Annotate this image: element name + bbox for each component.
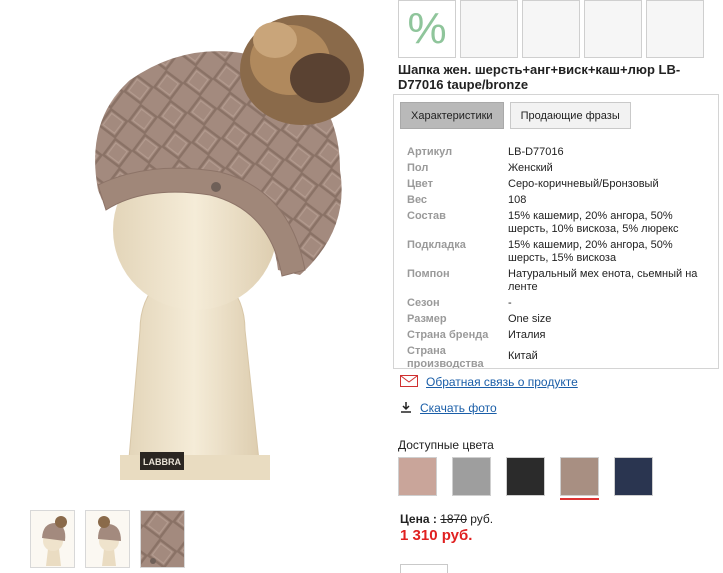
spec-key: Страна бренда (407, 329, 489, 341)
spec-key: Страна производства (407, 345, 484, 369)
spec-row: Артикул LB-D77016 (407, 145, 712, 161)
spec-row: Размер One size (407, 312, 712, 328)
spec-row: Вес 108 (407, 193, 712, 209)
current-price: 1 310 руб. (400, 527, 473, 544)
spec-row: Состав 15% кашемир, 20% ангора, 50% шерст… (407, 209, 712, 238)
badge-slot (460, 0, 518, 58)
spec-value: Китай (508, 350, 538, 362)
tab-characteristics[interactable]: Характеристики (400, 102, 504, 129)
price-row: Цена : 1870 руб. (400, 512, 493, 526)
spec-value: Натуральный мех енота, сьемный на ленте (508, 268, 698, 293)
feedback-link-row: Обратная связь о продукте (400, 373, 578, 391)
product-title: Шапка жен. шерсть+анг+виск+каш+люр LB-D7… (398, 62, 681, 92)
feedback-link[interactable]: Обратная связь о продукте (426, 375, 578, 389)
spec-value: Серо-коричневый/Бронзовый (508, 178, 659, 190)
badge-slot (646, 0, 704, 58)
download-icon (400, 401, 412, 416)
spec-key: Размер (407, 313, 447, 325)
download-photo-link[interactable]: Скачать фото (420, 401, 497, 415)
spec-key: Помпон (407, 268, 450, 280)
percent-icon: % (398, 0, 456, 58)
download-link-row: Скачать фото (400, 399, 578, 417)
spec-key: Подкладка (407, 239, 466, 251)
color-swatch-navy[interactable] (614, 457, 653, 496)
spec-row: Страна бренда Италия (407, 328, 712, 344)
price-label: Цена : (400, 512, 437, 526)
specs-table: Артикул LB-D77016 Пол Женский Цвет Серо-кор… (407, 145, 712, 369)
thumbnail-closeup[interactable] (140, 510, 185, 568)
spec-key: Сезон (407, 297, 440, 309)
color-swatch-black[interactable] (506, 457, 545, 496)
quantity-input[interactable] (400, 564, 448, 573)
tab-bar: Характеристики Продающие фразы (400, 102, 631, 129)
spec-row: Пол Женский (407, 161, 712, 177)
spec-key: Цвет (407, 178, 434, 190)
spec-value: 108 (508, 194, 527, 206)
characteristics-panel: Характеристики Продающие фразы Артикул LB… (393, 94, 719, 369)
product-main-image[interactable]: LABBRA (20, 0, 392, 500)
badge-slot (584, 0, 642, 58)
spec-row: Сезон - (407, 296, 712, 312)
thumbnail-strip (30, 510, 185, 568)
spec-key: Пол (407, 162, 429, 174)
color-swatch-taupe[interactable] (560, 457, 599, 500)
badge-row: % (398, 0, 704, 58)
thumbnail-side[interactable] (85, 510, 130, 568)
spec-value: One size (508, 313, 552, 325)
old-price: 1870 (440, 512, 467, 526)
brand-logo-text: LABBRA (143, 457, 181, 467)
spec-value: - (508, 297, 512, 309)
spec-key: Артикул (407, 146, 453, 158)
thumbnail-front[interactable] (30, 510, 75, 568)
spec-value: Женский (508, 162, 553, 174)
spec-key: Состав (407, 210, 446, 222)
tab-selling-phrases[interactable]: Продающие фразы (509, 102, 631, 129)
color-swatch-pink-beige[interactable] (398, 457, 437, 496)
spec-row: Подкладка 15% кашемир, 20% ангора, 50% ше… (407, 238, 712, 267)
spec-value: 15% кашемир, 20% ангора, 50% шерсть, 10%… (508, 210, 679, 235)
spec-value: 15% кашемир, 20% ангора, 50% шерсть, 15%… (508, 239, 673, 264)
spec-value: Италия (508, 329, 546, 341)
badge-slot (522, 0, 580, 58)
mail-icon (400, 374, 418, 390)
old-price-currency: руб. (470, 512, 494, 526)
spec-value: LB-D77016 (508, 146, 564, 158)
color-swatch-grey[interactable] (452, 457, 491, 496)
spec-key: Вес (407, 194, 428, 206)
spec-row: Помпон Натуральный мех енота, сьемный на … (407, 267, 712, 296)
spec-row: Цвет Серо-коричневый/Бронзовый (407, 177, 712, 193)
spec-row: Страна производства Китай (407, 344, 712, 369)
color-swatches (398, 457, 653, 500)
product-links: Обратная связь о продукте Скачать фото (400, 373, 578, 425)
available-colors-label: Доступные цвета (398, 438, 494, 452)
